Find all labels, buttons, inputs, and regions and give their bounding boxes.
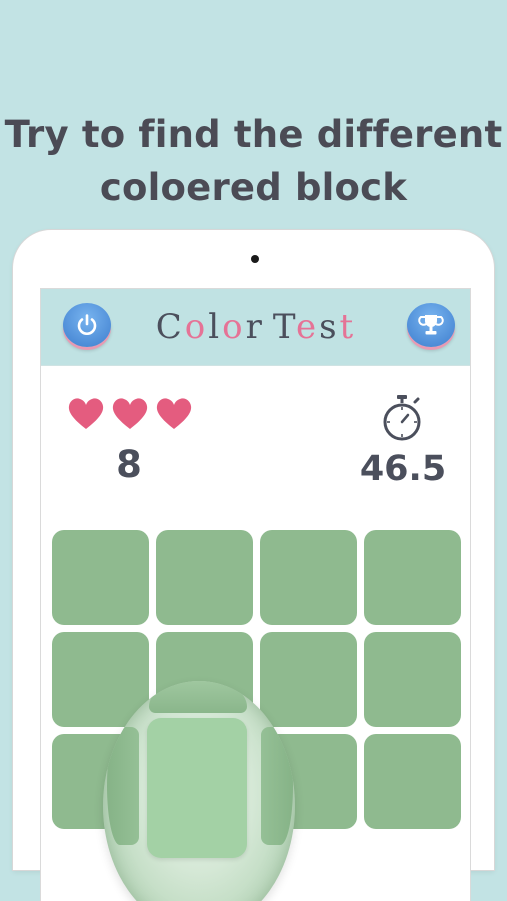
color-tile[interactable] (156, 530, 253, 625)
title-letter: e (295, 307, 320, 347)
magnified-odd-tile[interactable] (147, 718, 247, 858)
power-icon (77, 314, 97, 335)
color-tile[interactable] (364, 530, 461, 625)
lives-indicator (67, 397, 193, 431)
title-letter: l (208, 307, 223, 347)
app-title: Color Test (131, 303, 381, 351)
app-bar: Color Test (41, 289, 470, 366)
stopwatch-icon (383, 395, 421, 441)
heart-icon (112, 398, 148, 429)
headline: Try to find the different coloered block (0, 108, 507, 214)
color-tile[interactable] (364, 632, 461, 727)
title-letter: T (272, 307, 296, 347)
title-letter: t (339, 307, 357, 347)
magnified-tile-top (149, 681, 247, 713)
heart-icon (68, 398, 104, 429)
headline-line-2: coloered block (99, 166, 408, 209)
magnified-tile-right (261, 727, 293, 845)
color-tile[interactable] (260, 632, 357, 727)
color-tile[interactable] (52, 530, 149, 625)
color-tile[interactable] (260, 530, 357, 625)
power-button[interactable] (63, 303, 111, 347)
title-letter: o (222, 307, 246, 347)
title-letter: o (184, 307, 209, 347)
game-screen: Color Test 8 46.5 (40, 288, 471, 901)
color-tile[interactable] (364, 734, 461, 829)
title-letter: s (319, 307, 340, 347)
score-value: 8 (116, 443, 142, 486)
title-letter: C (155, 307, 185, 347)
heart-icon (156, 398, 192, 429)
magnified-tile-left (107, 727, 139, 845)
trophy-button[interactable] (407, 303, 455, 347)
timer-value: 46.5 (359, 449, 447, 489)
trophy-icon (418, 315, 444, 335)
camera-dot (251, 255, 259, 263)
title-letter: r (245, 307, 265, 347)
headline-line-1: Try to find the different (4, 113, 503, 156)
